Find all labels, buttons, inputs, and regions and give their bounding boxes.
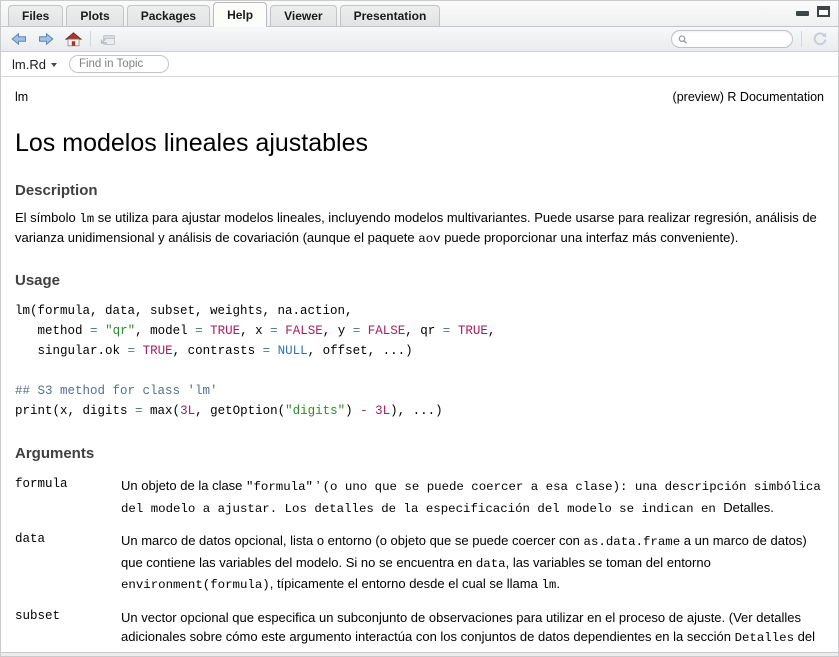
code-line: [15, 361, 824, 381]
text-segment: , las variables se toman del entorno: [506, 555, 711, 570]
help-toolbar: [1, 27, 838, 52]
argument-name: data: [15, 531, 121, 596]
argument-row: formulaUn objeto de la clase "formula" ’…: [15, 476, 824, 519]
argument-description: Un objeto de la clase "formula" ’ (o uno…: [121, 476, 824, 519]
refresh-icon: [812, 31, 828, 47]
toolbar-separator: [90, 31, 91, 47]
home-button[interactable]: [63, 30, 83, 49]
text-segment: Un objeto de la clase: [121, 478, 246, 493]
minimize-icon[interactable]: [796, 11, 809, 16]
code-line: ## S3 method for class 'lm': [15, 381, 824, 401]
inline-code: lm: [79, 212, 94, 226]
description-paragraph: El símbolo lm se utiliza para ajustar mo…: [15, 209, 824, 248]
inline-code: data: [476, 557, 506, 571]
page-title: Los modelos lineales ajustables: [15, 129, 824, 158]
argument-description: Un marco de datos opcional, lista o ento…: [121, 531, 824, 596]
tab-plots[interactable]: Plots: [66, 5, 123, 26]
help-search-box: [671, 30, 793, 48]
doc-topic-name: lm: [15, 90, 28, 104]
code-line: singular.ok = TRUE, contrasts = NULL, of…: [15, 341, 824, 361]
text-segment: Un vector opcional que especifica un sub…: [121, 610, 801, 645]
tab-files[interactable]: Files: [8, 5, 63, 26]
text-segment: .): [271, 651, 279, 653]
argument-row: subsetUn vector opcional que especifica …: [15, 608, 824, 653]
argument-name: subset: [15, 608, 121, 653]
arguments-table: formulaUn objeto de la clase "formula" ’…: [15, 476, 824, 652]
popout-button[interactable]: [98, 30, 118, 49]
pane-tabbar: FilesPlotsPackagesHelpViewerPresentation: [1, 1, 838, 27]
inline-code: lm: [541, 578, 556, 592]
argument-row: dataUn marco de datos opcional, lista o …: [15, 531, 824, 596]
search-icon: [678, 34, 688, 45]
section-heading-usage: Usage: [15, 272, 824, 289]
back-button[interactable]: [9, 30, 29, 49]
argument-name: formula: [15, 476, 121, 519]
code-line: lm(formula, data, subset, weights, na.ac…: [15, 301, 824, 321]
section-heading-description: Description: [15, 182, 824, 199]
text-segment: Detalles.: [723, 500, 774, 515]
text-segment: puede proporcionar una interfaz más conv…: [441, 230, 739, 245]
topic-label: lm.Rd: [12, 57, 46, 72]
home-icon: [65, 32, 82, 47]
forward-arrow-icon: [38, 33, 54, 45]
doc-type-label: (preview) R Documentation: [673, 90, 824, 104]
text-segment: Un marco de datos opcional, lista o ento…: [121, 533, 584, 548]
topic-bar: lm.Rd: [1, 52, 838, 77]
popout-window-icon: [100, 33, 116, 46]
inline-code: Detalles: [735, 631, 795, 645]
text-segment: , típicamente el entorno desde el cual s…: [270, 576, 542, 591]
pane-bottom-edge: [1, 652, 838, 656]
inline-code: as.data.frame: [584, 535, 681, 549]
back-arrow-icon: [11, 33, 27, 45]
code-line: method = "qr", model = TRUE, x = FALSE, …: [15, 321, 824, 341]
code-line: print(x, digits = max(3L, getOption("dig…: [15, 401, 824, 421]
help-pane: FilesPlotsPackagesHelpViewerPresentation: [0, 0, 839, 657]
text-segment: El símbolo: [15, 210, 79, 225]
tab-presentation[interactable]: Presentation: [340, 5, 441, 26]
search-input[interactable]: [692, 33, 786, 45]
help-content: lm (preview) R Documentation Los modelos…: [1, 77, 838, 652]
tab-viewer[interactable]: Viewer: [270, 5, 336, 26]
toolbar-separator: [801, 31, 802, 47]
argument-description: Un vector opcional que especifica un sub…: [121, 608, 824, 653]
section-heading-arguments: Arguments: [15, 445, 824, 462]
text-segment: ’: [313, 478, 323, 493]
tab-packages[interactable]: Packages: [127, 5, 210, 26]
inline-code: "formula": [246, 480, 313, 494]
inline-code: aov: [418, 232, 440, 246]
doc-meta-row: lm (preview) R Documentation: [15, 90, 824, 104]
chevron-down-icon: [51, 63, 57, 67]
topic-dropdown[interactable]: lm.Rd: [12, 57, 57, 72]
usage-code-block: lm(formula, data, subset, weights, na.ac…: [15, 301, 824, 421]
text-segment: .: [556, 576, 560, 591]
maximize-icon[interactable]: [817, 6, 830, 17]
inline-code: environment(formula): [121, 578, 270, 592]
tab-help[interactable]: Help: [213, 2, 267, 27]
forward-button[interactable]: [36, 30, 56, 49]
refresh-button[interactable]: [810, 30, 830, 49]
window-controls: [796, 6, 830, 17]
find-in-topic-input[interactable]: [69, 55, 169, 73]
